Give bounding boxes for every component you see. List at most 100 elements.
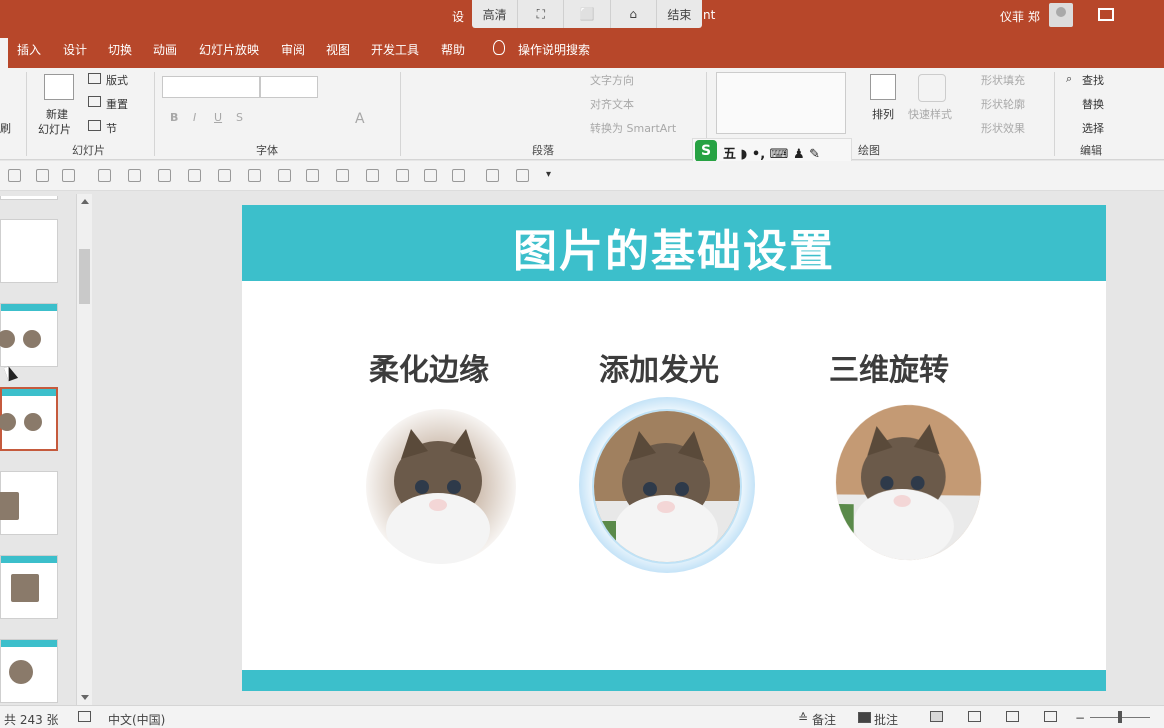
align-middle-icon[interactable] (218, 169, 231, 182)
smartart-button[interactable]: 转换为 SmartArt (590, 120, 676, 136)
fullscreen-button[interactable]: ⛶ (518, 0, 565, 28)
select-pane-icon[interactable] (8, 169, 21, 182)
user-name: 仪菲 郑 (1000, 10, 1040, 24)
font-size-combo[interactable] (260, 76, 318, 98)
tab-design[interactable]: 设计 (63, 41, 87, 58)
thumbnail-scrollbar[interactable] (76, 194, 92, 705)
group-icon[interactable] (396, 169, 409, 182)
tab-transitions[interactable]: 切换 (108, 41, 132, 58)
replace-button[interactable]: 替换 (1082, 96, 1104, 112)
tab-home-partial[interactable] (0, 38, 8, 68)
align-right-icon[interactable] (158, 169, 171, 182)
avatar[interactable] (1049, 3, 1073, 27)
thumbnail-slide[interactable] (0, 555, 58, 619)
scroll-thumb[interactable] (79, 249, 90, 304)
shape-effects-button[interactable]: 形状效果 (981, 120, 1025, 136)
home-button[interactable]: ⌂ (611, 0, 657, 28)
ribbon-display-options-icon[interactable] (1098, 8, 1114, 21)
slide-thumbnail-pane (0, 191, 76, 705)
rotate-icon[interactable] (516, 169, 529, 182)
reset-button[interactable]: 重置 (106, 96, 128, 112)
comments-button[interactable]: 批注 (874, 711, 898, 728)
quick-styles-button[interactable]: 快速样式 (908, 106, 952, 122)
kitten-image-3d-rotate[interactable] (835, 401, 982, 564)
reset-icon (88, 96, 101, 107)
window-button[interactable]: ⬜ (564, 0, 611, 28)
shadow-icon[interactable]: S (236, 111, 243, 124)
thumbnail-slide[interactable] (0, 219, 58, 283)
section-button[interactable]: 节 (106, 120, 117, 136)
window-title-right: nt (703, 8, 716, 22)
shapes-gallery[interactable] (716, 72, 846, 134)
font-color-icon[interactable]: A (355, 111, 365, 127)
arrange-button[interactable]: 排列 (872, 106, 894, 122)
item-label-3d-rotate[interactable]: 三维旋转 (804, 345, 974, 389)
zoom-slider-knob[interactable] (1118, 711, 1122, 723)
merge-shapes-icon[interactable] (452, 169, 465, 182)
scroll-up-icon[interactable] (81, 199, 89, 204)
tab-slideshow[interactable]: 幻灯片放映 (199, 41, 259, 58)
slide-title[interactable]: 图片的基础设置 (242, 215, 1106, 279)
language-status[interactable]: 中文(中国) (108, 711, 165, 728)
accessibility-icon[interactable] (78, 711, 91, 722)
select-button[interactable]: 选择 (1082, 120, 1104, 136)
bring-forward-icon[interactable] (336, 169, 349, 182)
crop-icon[interactable] (486, 169, 499, 182)
tab-view[interactable]: 视图 (326, 41, 350, 58)
distribute-v-icon[interactable] (306, 169, 319, 182)
scroll-down-icon[interactable] (81, 695, 89, 700)
thumbnail-slide[interactable] (0, 471, 58, 535)
align-text-button[interactable]: 对齐文本 (590, 96, 634, 112)
reading-view-icon[interactable] (1006, 711, 1019, 722)
align-top-icon[interactable] (188, 169, 201, 182)
tab-review[interactable]: 审阅 (281, 41, 305, 58)
align-center-icon[interactable] (128, 169, 141, 182)
end-button[interactable]: 结束 (657, 0, 702, 28)
underline-icon[interactable]: U (214, 111, 222, 124)
normal-view-icon[interactable] (930, 711, 943, 722)
kitten-image-soft-edge[interactable] (366, 409, 516, 564)
ungroup-icon[interactable] (424, 169, 437, 182)
ribbon-tab-bar: 插入 设计 切换 动画 幻灯片放映 审阅 视图 开发工具 帮助 操作说明搜索 (0, 30, 1164, 68)
shape-icon[interactable] (62, 169, 75, 182)
arrange-icon (870, 74, 896, 100)
format-painter-label[interactable]: 刷 (0, 120, 11, 136)
thumbnail-slide[interactable] (0, 639, 58, 703)
quality-button[interactable]: 高清 (472, 0, 519, 28)
italic-icon[interactable]: I (193, 111, 196, 124)
kitten-image-glow[interactable] (592, 409, 742, 564)
textbox-icon[interactable] (36, 169, 49, 182)
font-name-combo[interactable] (162, 76, 260, 98)
new-slide-button-2[interactable]: 幻灯片 (38, 121, 71, 137)
layout-button[interactable]: 版式 (106, 72, 128, 88)
shape-fill-button[interactable]: 形状填充 (981, 72, 1025, 88)
tab-animations[interactable]: 动画 (153, 41, 177, 58)
tab-developer[interactable]: 开发工具 (371, 41, 419, 58)
text-direction-button[interactable]: 文字方向 (590, 72, 634, 88)
send-backward-icon[interactable] (366, 169, 379, 182)
thumbnail-slide-selected[interactable] (0, 387, 58, 451)
paragraph-group-label: 段落 (532, 144, 554, 157)
tab-help[interactable]: 帮助 (441, 41, 465, 58)
thumbnail-partial[interactable] (0, 196, 58, 200)
notes-button[interactable]: 备注 (812, 711, 836, 728)
align-bottom-icon[interactable] (248, 169, 261, 182)
shape-outline-button[interactable]: 形状轮廓 (981, 96, 1025, 112)
zoom-out-icon[interactable]: − (1075, 711, 1085, 725)
tab-insert[interactable]: 插入 (17, 41, 41, 58)
new-slide-button[interactable]: 新建 (46, 106, 68, 122)
align-left-icon[interactable] (98, 169, 111, 182)
new-slide-icon[interactable] (44, 74, 74, 100)
distribute-h-icon[interactable] (278, 169, 291, 182)
ime-tools[interactable]: 五 ◗ •, ⌨ ♟ ✎ (723, 143, 820, 162)
slide-sorter-icon[interactable] (968, 711, 981, 722)
slideshow-view-icon[interactable] (1044, 711, 1057, 722)
tell-me-search[interactable]: 操作说明搜索 (518, 41, 590, 58)
bold-icon[interactable]: B (170, 111, 178, 124)
customize-qat-icon[interactable]: ▾ (546, 169, 551, 180)
item-label-soft-edge[interactable]: 柔化边缘 (344, 345, 514, 389)
item-label-glow[interactable]: 添加发光 (574, 345, 744, 389)
slide-canvas[interactable]: 图片的基础设置 柔化边缘 添加发光 三维旋转 (242, 205, 1106, 691)
find-button[interactable]: 查找 (1082, 72, 1104, 88)
thumbnail-slide[interactable] (0, 303, 58, 367)
